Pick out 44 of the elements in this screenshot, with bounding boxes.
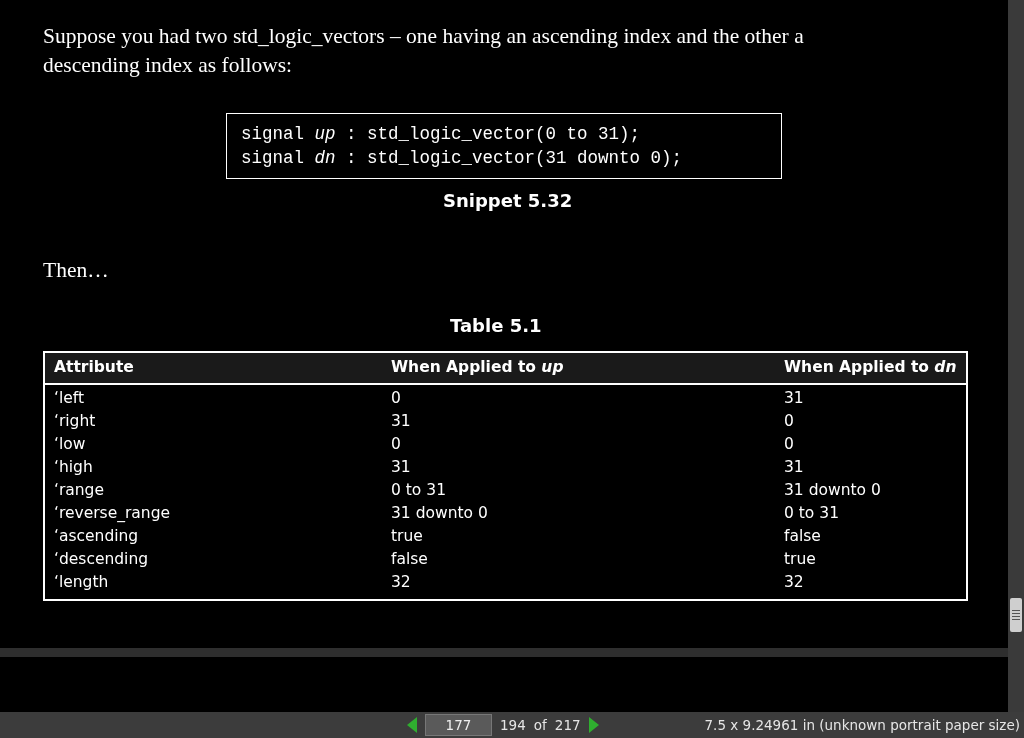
table-cell-text: 31 bbox=[391, 410, 412, 432]
table-cell-text: 31 downto 0 bbox=[391, 502, 489, 524]
table-caption: Table 5.1 bbox=[450, 314, 543, 339]
table-cell-text: 0 to 31 bbox=[784, 502, 840, 524]
table-cell-text: 32 bbox=[784, 571, 805, 593]
scrollbar-thumb[interactable] bbox=[1010, 598, 1022, 632]
table-cell-text: 31 bbox=[784, 456, 805, 478]
code-snippet: signal up : std_logic_vector(0 to 31); signal dn : std_logic_vector(31 downto 0); bbox=[226, 113, 782, 179]
table-cell-text: true bbox=[391, 525, 424, 547]
paper-size: 7.5 x 9.24961 in (unknown portrait paper size) bbox=[704, 715, 1020, 735]
column-header: Attribute bbox=[54, 357, 135, 379]
page-input[interactable]: 177 bbox=[425, 714, 492, 736]
table-cell-text: 31 bbox=[391, 456, 412, 478]
table-cell-text: 0 bbox=[391, 433, 402, 455]
table-cell-text: 0 bbox=[784, 433, 795, 455]
table-cell-text: 32 bbox=[391, 571, 412, 593]
table-cell-text: true bbox=[784, 548, 817, 570]
next-page-icon[interactable] bbox=[588, 717, 599, 733]
table-cell-text: false bbox=[784, 525, 822, 547]
paragraph: Suppose you had two std_logic_vectors – one having an ascending index and the other a descending index as follows: bbox=[43, 23, 805, 79]
table-cell-text: 31 downto 0 bbox=[784, 479, 882, 501]
table-cell-text: 31 bbox=[784, 387, 805, 409]
of-label: of bbox=[533, 715, 547, 735]
table-cell-text: ‘left bbox=[54, 387, 86, 409]
table-cell-text: false bbox=[391, 548, 429, 570]
table-cell-text: ‘low bbox=[54, 433, 87, 455]
page-label: 194 bbox=[500, 715, 526, 735]
table-cell-text: 0 bbox=[391, 387, 402, 409]
table-cell-text: ‘reverse_range bbox=[54, 502, 171, 524]
table-cell-text: ‘ascending bbox=[54, 525, 140, 547]
snippet-caption: Snippet 5.32 bbox=[443, 189, 574, 213]
scrollbar[interactable] bbox=[1008, 0, 1024, 712]
previous-page-icon[interactable] bbox=[407, 717, 417, 733]
total-pages: 217 bbox=[554, 715, 581, 735]
table-cell-text: ‘range bbox=[54, 479, 105, 501]
table-cell-text: ‘descending bbox=[54, 548, 150, 570]
table-cell-text: ‘length bbox=[54, 571, 110, 593]
table-cell-text: ‘right bbox=[54, 410, 97, 432]
column-header: When Applied to up bbox=[391, 357, 565, 379]
paragraph: Then… bbox=[43, 257, 110, 284]
table-cell-text: ‘high bbox=[54, 456, 94, 478]
column-header: When Applied to dn bbox=[784, 357, 957, 379]
table-cell-text: 0 to 31 bbox=[391, 479, 447, 501]
table-cell-text: 0 bbox=[784, 410, 795, 432]
